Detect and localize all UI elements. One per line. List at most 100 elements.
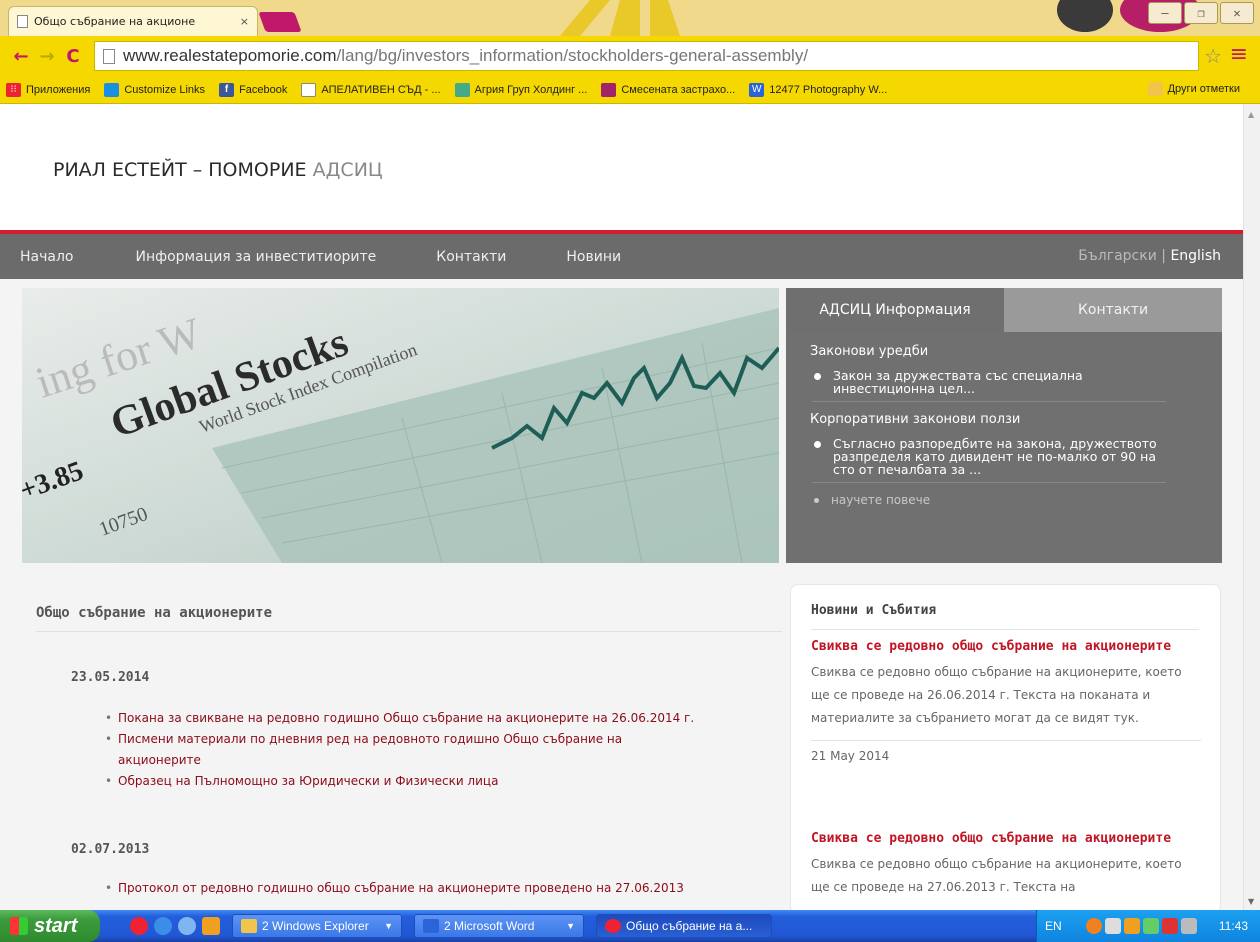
info-link[interactable]: Съгласно разпоредбите на закона, дружест… [812,437,1166,483]
start-button[interactable]: start [0,910,100,942]
quick-launch [130,917,220,935]
bookmark-star-icon[interactable]: ☆ [1204,44,1222,68]
tray-app-icon[interactable] [1180,918,1197,934]
language-switcher: Български | English [1078,248,1221,264]
bookmark-agria[interactable]: Агрия Груп Холдинг ... [454,82,587,97]
divider [36,631,782,632]
folder-icon [241,919,257,933]
document-link[interactable]: Покана за свикване на редовно годишно Об… [105,708,705,729]
chrome-icon [605,919,621,933]
document-link[interactable]: Образец на Пълномощно за Юридически и Фи… [105,771,705,792]
scroll-down-icon[interactable]: ▼ [1248,897,1254,906]
info-link[interactable]: Закон за дружествата със специална инвес… [812,369,1166,402]
document-list: Покана за свикване на редовно годишно Об… [105,708,705,792]
learn-more-link[interactable]: научете повече [814,493,1198,507]
bookmark-insurance[interactable]: Смесената застрахо... [601,82,736,97]
browser-tab-active[interactable]: Общо събрание на акционе × [8,6,258,36]
document-link-text[interactable]: Писмени материали по дневния ред на редо… [118,732,622,767]
document-link[interactable]: Протокол от редовно годишно общо събрани… [105,878,705,899]
address-bar[interactable]: www.realestatepomorie.com/lang/bg/invest… [94,41,1199,71]
forward-arrow-icon[interactable]: → [34,46,60,67]
nav-contacts[interactable]: Контакти [436,249,506,265]
maximize-button[interactable]: ❐ [1184,2,1218,24]
window-controls: – ❐ ✕ [1148,2,1254,24]
clock[interactable]: 11:43 [1219,919,1248,933]
bookmark-apps[interactable]: ⁝⁝ Приложения [6,82,91,97]
bookmark-label: Facebook [239,83,288,96]
section-heading: Законови уредби [810,344,929,359]
bookmark-photography[interactable]: W 12477 Photography W... [749,82,887,97]
news-title-link[interactable]: Свиква се редовно общо събрание на акцио… [811,829,1201,849]
taskbar-windows-explorer[interactable]: 2 Windows Explorer ▼ [232,914,402,938]
chrome-menu-icon[interactable]: ≡ [1230,42,1248,67]
taskbar-chrome-window[interactable]: Общо събрание на а... [596,914,772,938]
bookmark-label: Смесената застрахо... [621,83,736,96]
site-logo[interactable]: РИАЛ ЕСТЕЙТ – ПОМОРИЕ АДСИЦ [53,159,383,181]
bookmarks-bar: ⁝⁝ Приложения Customize Links f Facebook А… [0,76,1260,104]
scroll-up-icon[interactable]: ▲ [1248,110,1254,119]
back-arrow-icon[interactable]: ← [8,46,34,67]
new-tab-button[interactable] [258,12,302,32]
main-navigation: Начало Информация за инвеститиорите Конт… [0,234,1243,279]
page-title: Общо събрание на акционерите [36,605,273,621]
tray-app-icon[interactable] [1085,918,1102,934]
facebook-icon: f [219,82,235,97]
browser-icon[interactable] [178,917,196,935]
screen: Общо събрание на акционе × – ❐ ✕ ← → C w… [0,0,1260,942]
browser-toolbar: ← → C www.realestatepomorie.com/lang/bg/… [0,36,1260,76]
document-link-text[interactable]: Покана за свикване на редовно годишно Об… [118,711,694,725]
bookmark-label: Приложения [26,83,91,96]
tab-title: Общо събрание на акционе [34,15,196,28]
section-heading: Корпоративни законови ползи [810,412,1021,427]
page-scrollbar[interactable]: ▲ ▼ [1243,104,1260,910]
news-text: Свиква се редовно общо събрание на акцио… [811,665,1182,725]
tab-close-icon[interactable]: × [240,15,249,28]
folder-icon [1147,82,1163,96]
document-link-text[interactable]: Протокол от редовно годишно общо събрани… [118,881,684,895]
close-window-button[interactable]: ✕ [1220,2,1254,24]
learn-more-text: научете повече [831,493,931,507]
tab-reit-info[interactable]: АДСИЦ Информация [786,288,1004,332]
minimize-button[interactable]: – [1148,2,1182,24]
reload-icon[interactable]: C [60,46,86,67]
language-indicator[interactable]: EN [1045,919,1062,933]
tray-app-icon[interactable] [1161,918,1178,934]
info-link-text: Закон за дружествата със специална инвес… [833,368,1083,396]
document-link-text[interactable]: Образец на Пълномощно за Юридически и Фи… [118,774,498,788]
lang-bulgarian[interactable]: Български [1078,248,1157,264]
logo-main: РИАЛ ЕСТЕЙТ – ПОМОРИЕ [53,159,307,181]
document-list: Протокол от редовно годишно общо събрани… [105,878,705,899]
nav-investor-info[interactable]: Информация за инвеститиорите [135,249,376,265]
bullet-icon [814,373,821,380]
page-icon [17,15,28,28]
document-link[interactable]: Писмени материали по дневния ред на редо… [105,729,705,771]
news-sidebar: Новини и Събития Свиква се редовно общо … [790,584,1221,910]
internet-explorer-icon[interactable] [154,917,172,935]
bookmark-appeal-court[interactable]: АПЕЛАТИВЕН СЪД - ... [301,82,441,97]
bookmark-customize-links[interactable]: Customize Links [104,82,205,97]
bookmark-label: АПЕЛАТИВЕН СЪД - ... [321,83,441,96]
news-title-link[interactable]: Свиква се редовно общо събрание на акцио… [811,637,1201,657]
news-text: Свиква се редовно общо събрание на акцио… [811,857,1182,894]
taskbar-microsoft-word[interactable]: 2 Microsoft Word ▼ [414,914,584,938]
url-path: /lang/bg/investors_information/stockhold… [336,46,809,65]
tray-app-icon[interactable] [1142,918,1159,934]
chrome-icon[interactable] [130,917,148,935]
app-icon[interactable] [202,917,220,935]
windows-icon [104,82,120,97]
nav-news[interactable]: Новини [566,249,621,265]
info-link-text: Съгласно разпоредбите на закона, дружест… [833,436,1157,477]
tray-app-icon[interactable] [1123,918,1140,934]
tab-contacts[interactable]: Контакти [1004,288,1222,332]
start-label: start [34,914,78,937]
tray-app-icon[interactable] [1104,918,1121,934]
taskbar-label: 2 Microsoft Word [444,919,535,933]
info-panel-tabs: АДСИЦ Информация Контакти [786,288,1222,332]
bullet-icon [814,441,821,448]
lang-english[interactable]: English [1170,248,1221,264]
system-tray: EN 11:43 [1036,910,1260,942]
other-bookmarks[interactable]: Други отметки [1147,82,1240,96]
web-page: РИАЛ ЕСТЕЙТ – ПОМОРИЕ АДСИЦ Начало Инфор… [0,104,1260,910]
nav-home[interactable]: Начало [20,249,73,265]
bookmark-facebook[interactable]: f Facebook [219,82,288,97]
